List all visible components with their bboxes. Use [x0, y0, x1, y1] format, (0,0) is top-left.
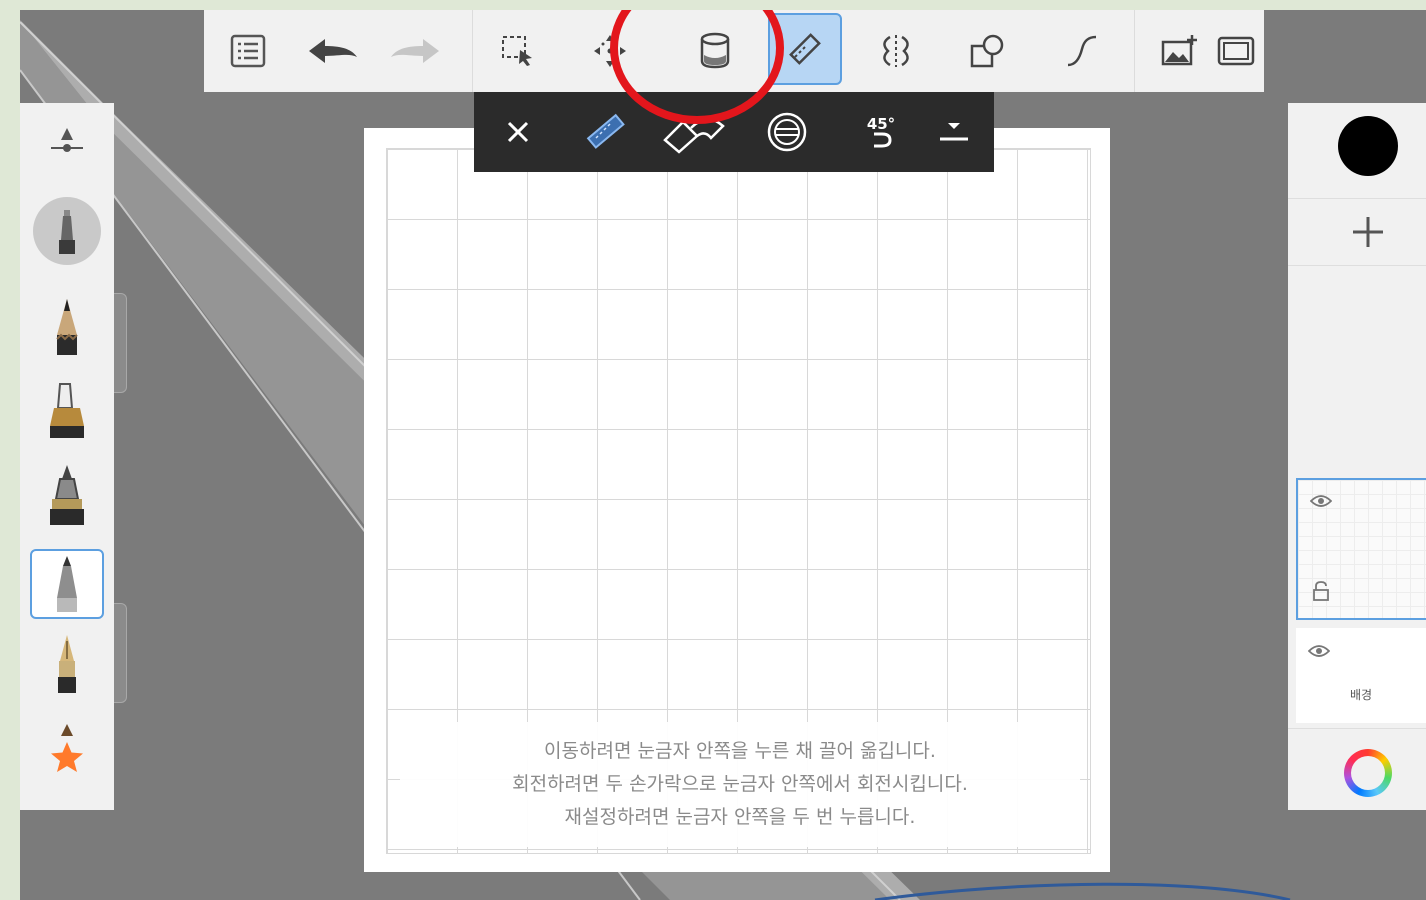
star-icon — [51, 742, 83, 772]
eye-icon[interactable] — [1308, 644, 1330, 658]
lock-icon[interactable] — [1312, 580, 1330, 602]
fountain-pen-icon[interactable] — [30, 630, 104, 700]
redo-icon[interactable] — [380, 10, 450, 92]
add-image-icon[interactable] — [1150, 10, 1210, 92]
current-color-swatch[interactable] — [1338, 116, 1398, 176]
brush-tip-icon — [61, 724, 73, 736]
plus-icon — [1353, 217, 1383, 247]
brush-size-icon[interactable] — [30, 111, 104, 181]
hint-line-3: 재설정하려면 눈금자 안쪽을 두 번 누릅니다. — [564, 806, 916, 828]
ballpoint-pen-icon[interactable] — [30, 549, 104, 619]
hint-line-2: 회전하려면 두 손가락으로 눈금자 안쪽에서 회전시킵니다. — [512, 773, 968, 795]
ruler-hint-box: 이동하려면 눈금자 안쪽을 누른 채 끌어 옮깁니다. 회전하려면 두 손가락으… — [400, 722, 1080, 847]
chisel-pen-icon[interactable] — [30, 461, 104, 531]
undo-icon[interactable] — [298, 10, 368, 92]
magnet-icon — [874, 132, 892, 148]
marker-icon[interactable] — [30, 376, 104, 446]
layer-label: 배경 — [1349, 688, 1373, 702]
toolbar-divider — [1134, 10, 1135, 92]
color-wheel-icon[interactable] — [1344, 749, 1392, 797]
eye-icon[interactable] — [1310, 494, 1332, 508]
divider — [1288, 198, 1426, 199]
app-window: 이동하려면 눈금자 안쪽을 누른 채 끌어 옮깁니다. 회전하려면 두 손가락으… — [20, 10, 1426, 900]
airbrush-icon[interactable] — [30, 196, 104, 266]
selection-icon[interactable] — [488, 10, 548, 92]
menu-list-icon[interactable] — [218, 10, 278, 92]
close-icon[interactable] — [488, 92, 548, 172]
shape-icon[interactable] — [958, 10, 1018, 92]
collapse-icon[interactable] — [924, 92, 984, 172]
add-layer-button[interactable] — [1338, 207, 1398, 257]
divider — [1288, 728, 1426, 729]
curve-icon[interactable] — [1052, 10, 1112, 92]
layer-item-background[interactable]: 배경 — [1296, 628, 1426, 723]
divider — [1288, 265, 1426, 266]
hint-line-1: 이동하려면 눈금자 안쪽을 누른 채 끌어 옮깁니다. — [544, 740, 936, 762]
layers-panel: 배경 — [1288, 103, 1426, 810]
pencil-icon[interactable] — [30, 293, 104, 363]
fullscreen-icon[interactable] — [1208, 10, 1264, 92]
angle-snap-label: 45° — [866, 115, 896, 133]
favorite-star-icon[interactable] — [30, 713, 104, 783]
toolbar-divider — [472, 10, 473, 92]
layer-item[interactable] — [1296, 478, 1426, 620]
angle-snap-icon[interactable]: 45° — [848, 92, 914, 172]
panel-collapse-handle[interactable] — [114, 603, 127, 703]
symmetry-icon[interactable] — [866, 10, 926, 92]
annotation-circle — [610, 10, 784, 124]
panel-collapse-handle[interactable] — [114, 293, 127, 393]
brush-panel — [20, 103, 114, 810]
